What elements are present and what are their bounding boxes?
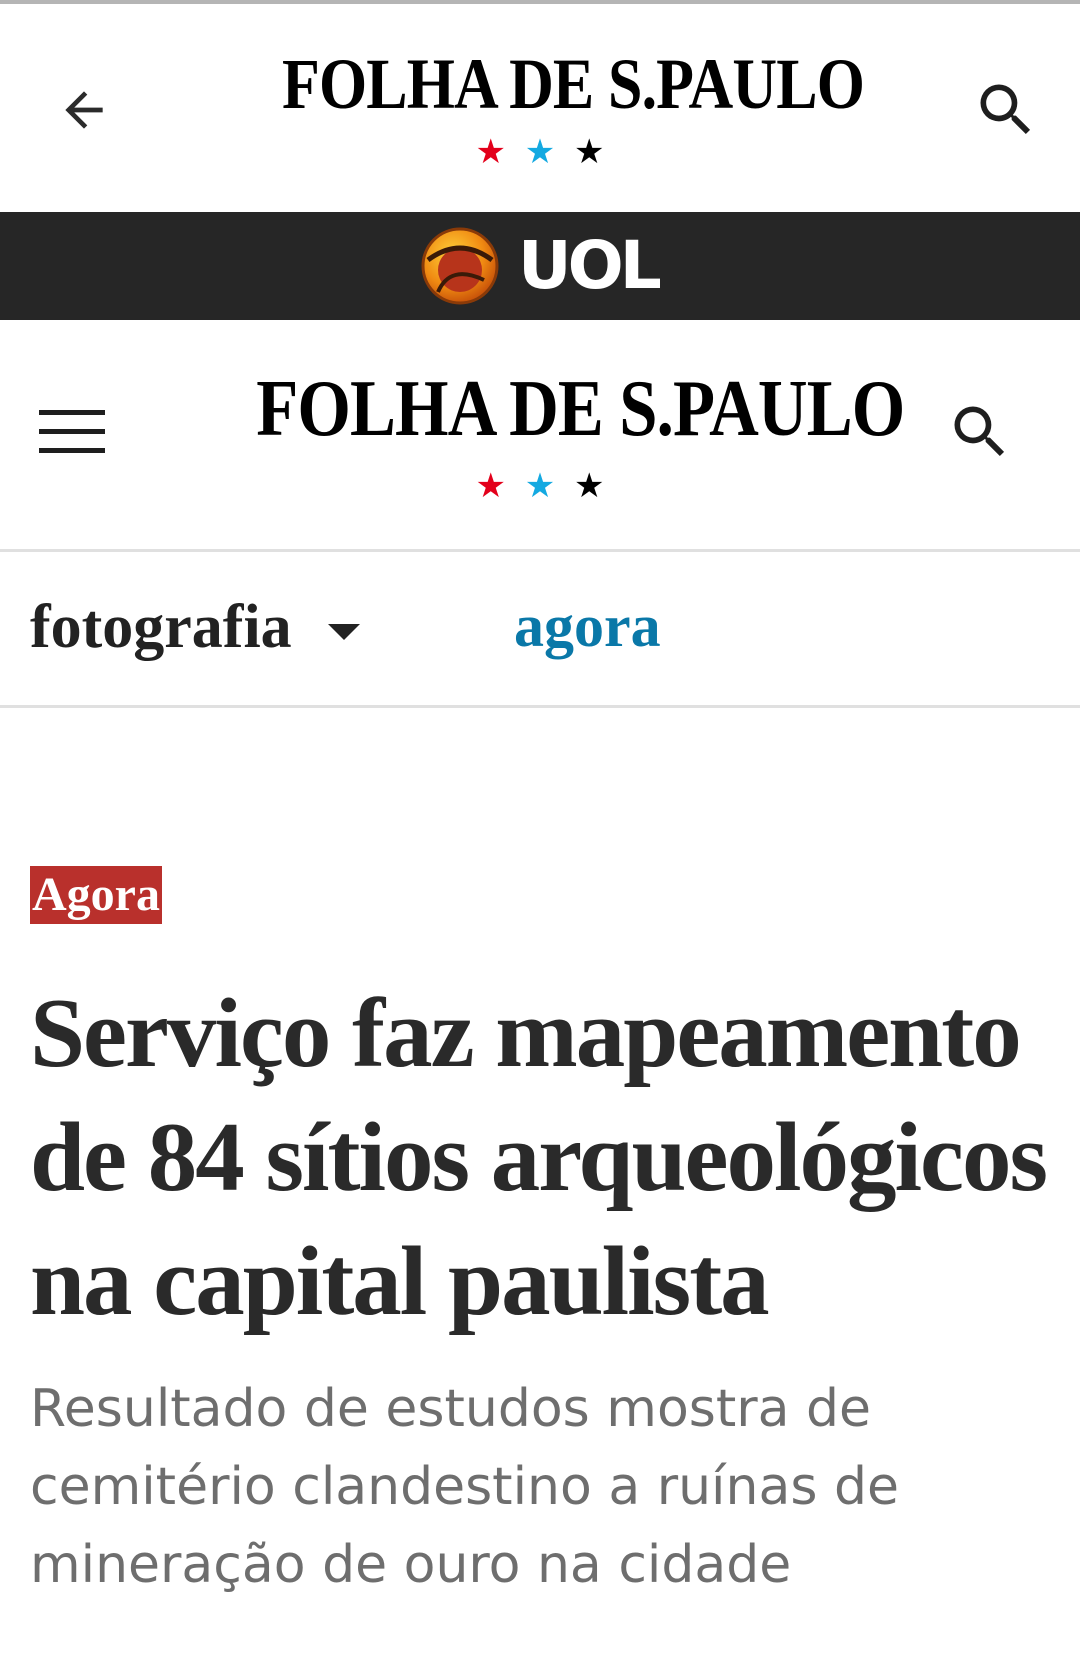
site-header: FOLHA DE S.PAULO ★ ★ ★ <box>0 320 1080 552</box>
folha-logo-secondary[interactable]: FOLHA DE S.PAULO <box>256 364 905 454</box>
search-icon <box>954 406 1005 457</box>
folha-logo[interactable]: FOLHA DE S.PAULO <box>282 44 865 124</box>
search-icon <box>980 84 1031 135</box>
section-nav: fotografia agora <box>0 552 1080 708</box>
back-button[interactable] <box>44 70 124 150</box>
caret-down-icon <box>327 624 360 640</box>
site-search-button[interactable] <box>940 392 1020 472</box>
article-subtitle: Resultado de estudos mostra de cemitério… <box>30 1379 899 1595</box>
black-star-icon: ★ <box>574 132 605 172</box>
black-star-icon: ★ <box>574 466 605 506</box>
search-button[interactable] <box>966 70 1046 150</box>
section-dropdown[interactable]: fotografia <box>30 582 360 672</box>
uol-globe-icon <box>421 227 499 305</box>
blue-star-icon: ★ <box>524 132 556 172</box>
uol-logo[interactable]: UOL <box>420 226 680 306</box>
red-star-icon: ★ <box>475 132 506 172</box>
article-kicker[interactable]: Agora <box>30 866 162 924</box>
logo-stars: ★ ★ ★ <box>440 132 640 172</box>
menu-button[interactable] <box>32 392 112 472</box>
arrow-left-icon <box>65 91 103 129</box>
uol-bar: UOL <box>0 212 1080 320</box>
logo-stars-secondary: ★ ★ ★ <box>440 466 640 506</box>
article-headline: Serviço faz mapeamento de 84 sítios arqu… <box>30 979 1048 1336</box>
subsection-link-agora[interactable]: agora <box>514 592 661 661</box>
hamburger-menu-icon <box>39 410 105 453</box>
blue-star-icon: ★ <box>524 466 556 506</box>
section-label: fotografia <box>30 592 292 661</box>
app-bar: FOLHA DE S.PAULO ★ ★ ★ <box>0 4 1080 212</box>
uol-wordmark: UOL <box>518 227 662 304</box>
red-star-icon: ★ <box>475 466 506 506</box>
